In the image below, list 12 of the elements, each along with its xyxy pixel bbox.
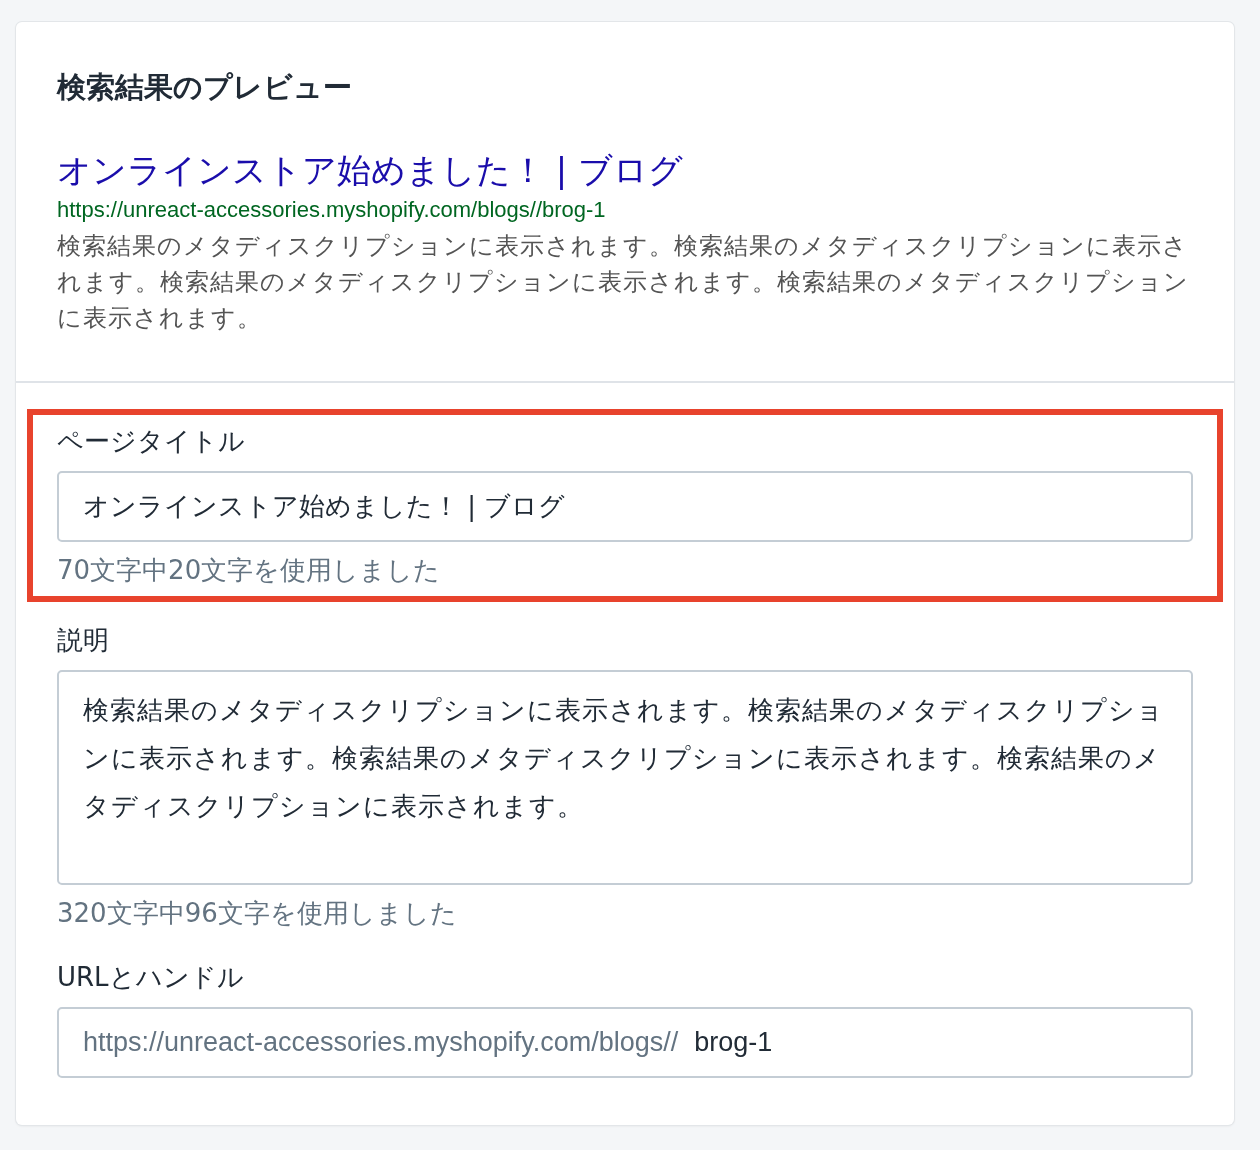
page-title-input[interactable]: オンラインストア始めました！ | ブログ xyxy=(57,471,1193,542)
preview-description: 検索結果のメタディスクリプションに表示されます。検索結果のメタディスクリプションに表示されます。検索結果のメタディスクリプションに表示されます。検索結果のメタディスクリプションに表示されます。 xyxy=(57,231,1190,334)
section-title: 検索結果のプレビュー xyxy=(57,69,353,106)
url-handle-input[interactable]: https://unreact-accessories.myshopify.com/blogs// brog-1 xyxy=(57,1007,1193,1078)
preview-title-link[interactable]: オンラインストア始めました！ | ブログ xyxy=(57,146,1193,194)
character-count: 320文字中96文字を使用しました xyxy=(57,897,458,930)
field-label: 説明 xyxy=(57,624,110,657)
preview-url: https://unreact-accessories.myshopify.com/blogs//brog-1 xyxy=(57,196,607,224)
field-label: ページタイトル xyxy=(57,425,246,458)
character-count: 70文字中20文字を使用しました xyxy=(57,554,442,587)
field-label: URLとハンドル xyxy=(57,961,245,994)
description-textarea[interactable]: 検索結果のメタディスクリプションに表示されます。検索結果のメタディスクリプションに表示されます。検索結果のメタディスクリプションに表示されます。検索結果のメタディスクリプションに表示されます。 xyxy=(57,670,1193,885)
